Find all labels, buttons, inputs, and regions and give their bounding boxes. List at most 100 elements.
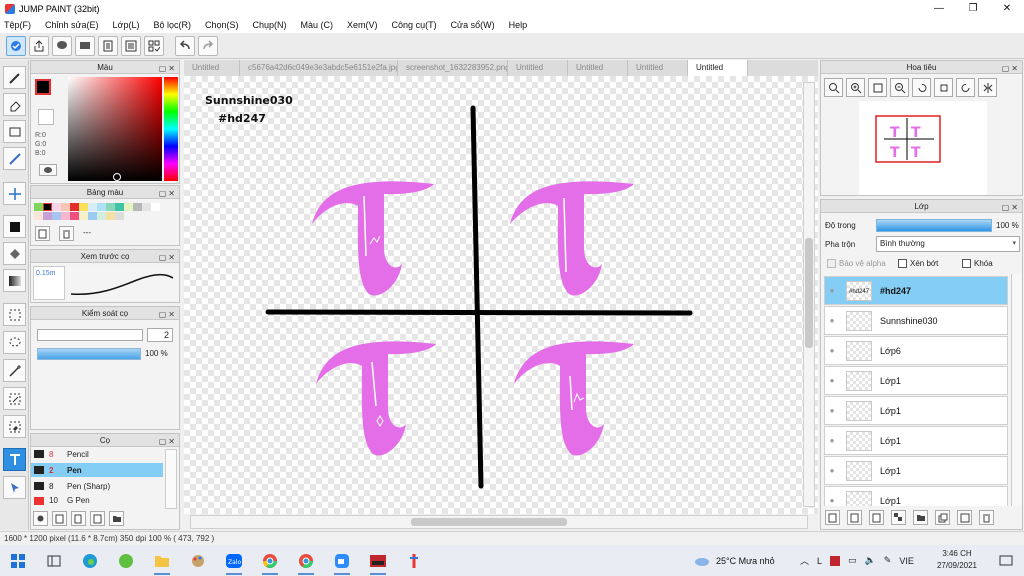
- delete-swatch-button[interactable]: [59, 226, 74, 241]
- copy-layer-button[interactable]: [935, 510, 950, 525]
- swatch[interactable]: [34, 212, 43, 220]
- panel-close-icon[interactable]: ▢✕: [159, 251, 177, 264]
- brush-item-pencil[interactable]: 8 Pencil: [31, 449, 163, 459]
- visibility-icon[interactable]: ●: [825, 436, 839, 445]
- brush-tool[interactable]: [3, 66, 26, 89]
- swatch[interactable]: [115, 203, 124, 211]
- scroll-thumb[interactable]: [805, 238, 813, 348]
- layer-row[interactable]: ● Lớp1: [824, 396, 1008, 425]
- swatch[interactable]: [151, 203, 160, 211]
- swatch[interactable]: [61, 212, 70, 220]
- layer-opacity-slider[interactable]: [876, 219, 992, 232]
- scroll-thumb[interactable]: [411, 518, 567, 526]
- clip-checkbox[interactable]: [898, 259, 907, 268]
- swatch[interactable]: [79, 212, 88, 220]
- document-button[interactable]: [98, 35, 118, 56]
- select-rect-tool[interactable]: [3, 303, 26, 326]
- file-explorer-taskbar-button[interactable]: [144, 545, 180, 576]
- new-swatch-button[interactable]: [35, 226, 50, 241]
- swatch[interactable]: [79, 203, 88, 211]
- operation-tool[interactable]: [3, 476, 26, 499]
- swatch[interactable]: [124, 203, 133, 211]
- move-tool[interactable]: [3, 182, 26, 205]
- tab-untitled[interactable]: Untitled: [568, 60, 628, 76]
- eyedropper-button[interactable]: [39, 164, 57, 176]
- check-tool-button[interactable]: [6, 35, 26, 56]
- layer-row[interactable]: ● #hd247 #hd247: [824, 276, 1008, 305]
- navigator-preview[interactable]: T T T T: [859, 101, 987, 195]
- new-1bit-layer-button[interactable]: [869, 510, 884, 525]
- zoom-out-button[interactable]: [890, 78, 909, 97]
- reset-view-button[interactable]: [934, 78, 953, 97]
- brush-item-pen-sharp[interactable]: 8 Pen (Sharp): [31, 480, 163, 492]
- transparent-swatch[interactable]: [38, 109, 54, 125]
- brush-size-slider[interactable]: [37, 329, 143, 341]
- undo-button[interactable]: [175, 35, 195, 56]
- notification-button[interactable]: [988, 545, 1024, 576]
- fit-button[interactable]: [868, 78, 887, 97]
- comment-button[interactable]: [52, 35, 72, 56]
- layer-row[interactable]: ● Lớp6: [824, 336, 1008, 365]
- visibility-icon[interactable]: ●: [825, 376, 839, 385]
- swatch[interactable]: [43, 203, 52, 211]
- tab-untitled[interactable]: Untitled: [628, 60, 688, 76]
- swatch[interactable]: [52, 203, 61, 211]
- lasso-tool[interactable]: [3, 331, 26, 354]
- new-folder-button[interactable]: [913, 510, 928, 525]
- clock[interactable]: 3:46 CH 27/09/2021: [930, 548, 984, 572]
- pin-app-taskbar-button[interactable]: [396, 545, 432, 576]
- brush-opacity-slider[interactable]: [37, 348, 141, 360]
- bucket-tool[interactable]: [3, 242, 26, 265]
- copy-brush-button[interactable]: [90, 511, 105, 526]
- panel-close-icon[interactable]: ▢✕: [1002, 201, 1020, 214]
- rotate-left-button[interactable]: [912, 78, 931, 97]
- menu-file[interactable]: Tệp(F): [4, 20, 31, 30]
- menu-select[interactable]: Chọn(S): [205, 20, 239, 30]
- protect-alpha-checkbox[interactable]: [827, 259, 836, 268]
- language-indicator[interactable]: VIE: [899, 556, 914, 566]
- color-picker-area[interactable]: [68, 77, 162, 181]
- swatch[interactable]: [133, 203, 142, 211]
- layer-row[interactable]: ● Sunnshine030: [824, 306, 1008, 335]
- fill-rect-tool[interactable]: [3, 215, 26, 238]
- menu-layer[interactable]: Lớp(L): [113, 20, 140, 30]
- text-tool[interactable]: [3, 448, 26, 471]
- tab-png[interactable]: screenshot_1632283952.png: [398, 60, 508, 76]
- panel-close-icon[interactable]: ▢✕: [159, 62, 177, 75]
- swatch[interactable]: [43, 212, 52, 220]
- menu-view[interactable]: Xem(V): [347, 20, 378, 30]
- brush-folder-button[interactable]: [109, 511, 124, 526]
- swatch[interactable]: [70, 212, 79, 220]
- layer-list-scrollbar[interactable]: [1011, 274, 1022, 506]
- visibility-icon[interactable]: ●: [825, 406, 839, 415]
- swatch[interactable]: [97, 212, 106, 220]
- new-layer-button[interactable]: [825, 510, 840, 525]
- grid-check-button[interactable]: [144, 35, 164, 56]
- tab-untitled-active[interactable]: Untitled: [688, 60, 748, 76]
- select-pen-tool[interactable]: [3, 387, 26, 410]
- layer-row[interactable]: ● Lớp1: [824, 456, 1008, 485]
- magic-wand-tool[interactable]: [3, 359, 26, 382]
- menu-window[interactable]: Cửa sổ(W): [451, 20, 495, 30]
- zoom-actual-button[interactable]: [824, 78, 843, 97]
- swatch[interactable]: [70, 203, 79, 211]
- edge-taskbar-button[interactable]: [72, 545, 108, 576]
- layer-row[interactable]: ● Lớp1: [824, 366, 1008, 395]
- new-8bit-layer-button[interactable]: [847, 510, 862, 525]
- menu-color[interactable]: Màu (C): [301, 20, 334, 30]
- list-button[interactable]: [121, 35, 141, 56]
- chevron-up-icon[interactable]: ︿: [800, 554, 809, 567]
- panel-close-icon[interactable]: ▢✕: [159, 308, 177, 321]
- menu-capture[interactable]: Chụp(N): [253, 20, 287, 30]
- picker-cursor[interactable]: [113, 173, 121, 181]
- share-button[interactable]: [29, 35, 49, 56]
- menu-tools[interactable]: Công cụ(T): [392, 20, 437, 30]
- task-view-button[interactable]: [36, 545, 72, 576]
- visibility-icon[interactable]: ●: [825, 316, 839, 325]
- start-button[interactable]: [0, 545, 36, 576]
- menu-edit[interactable]: Chỉnh sửa(E): [45, 20, 99, 30]
- chrome-taskbar-button[interactable]: [252, 545, 288, 576]
- swatch[interactable]: [61, 203, 70, 211]
- brush-settings-button[interactable]: [33, 511, 48, 526]
- layer-row[interactable]: ● Lớp1: [824, 486, 1008, 506]
